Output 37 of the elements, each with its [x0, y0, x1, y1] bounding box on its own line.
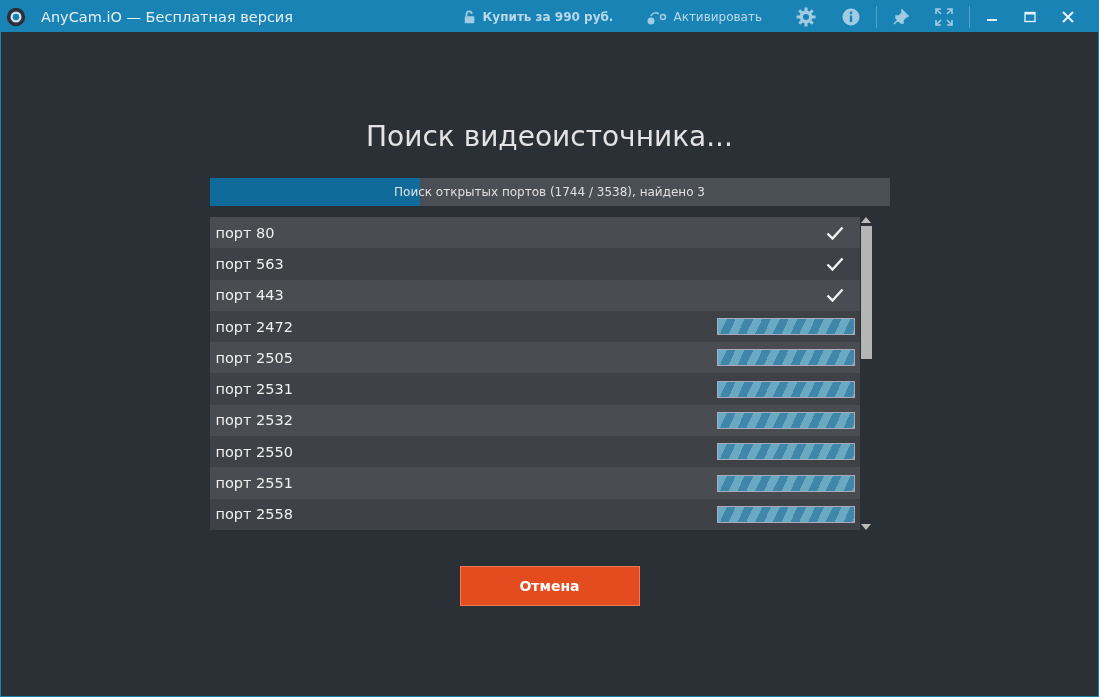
port-label: порт 2472 — [215, 318, 293, 335]
unlock-icon — [462, 8, 477, 25]
dialog-title: Поиск видеоисточника... — [366, 120, 733, 153]
info-icon[interactable] — [842, 7, 860, 26]
close-icon[interactable] — [1062, 10, 1074, 23]
check-icon — [825, 225, 844, 240]
port-row[interactable]: порт 2531 — [209, 373, 860, 405]
scroll-down-icon[interactable] — [861, 523, 871, 530]
camera-lens-icon — [5, 5, 27, 28]
port-label: порт 2558 — [215, 506, 293, 523]
port-row[interactable]: порт 2551 — [209, 467, 860, 499]
port-row[interactable]: порт 443 — [209, 279, 860, 311]
port-label: порт 2551 — [215, 475, 293, 491]
port-row[interactable]: порт 2558 — [209, 498, 860, 530]
check-icon — [825, 256, 844, 271]
port-row[interactable]: порт 2472 — [209, 310, 860, 343]
scroll-up-icon[interactable] — [861, 217, 871, 223]
port-label: порт 2550 — [215, 443, 293, 460]
port-label: порт 2505 — [215, 349, 293, 366]
check-icon — [825, 288, 844, 303]
port-row[interactable]: порт 2505 — [209, 342, 860, 374]
port-row[interactable]: порт 563 — [209, 248, 860, 280]
port-label: порт 80 — [215, 224, 275, 241]
port-label: порт 2531 — [215, 381, 293, 398]
settings-icon[interactable] — [796, 6, 816, 27]
port-label: порт 563 — [215, 255, 284, 272]
progress-label: Поиск открытых портов (1744 / 3538), найдено 3 — [394, 185, 705, 199]
port-row[interactable]: порт 80 — [209, 217, 860, 249]
fullscreen-icon[interactable] — [935, 7, 953, 26]
port-row[interactable]: порт 2550 — [209, 436, 860, 468]
window-title: AnyCam.iO — Бесплатная версия — [41, 8, 293, 25]
maximize-icon[interactable] — [1024, 10, 1036, 23]
cancel-button[interactable]: Отмена — [459, 565, 640, 606]
port-label: порт 443 — [215, 287, 284, 304]
port-row[interactable]: порт 2532 — [209, 404, 860, 437]
pin-icon[interactable] — [893, 8, 909, 25]
port-label: порт 2532 — [215, 412, 293, 429]
